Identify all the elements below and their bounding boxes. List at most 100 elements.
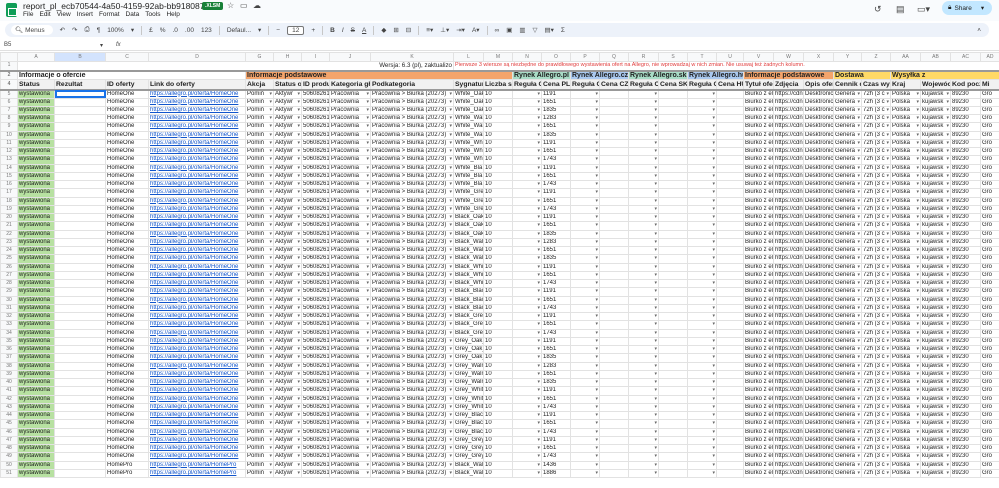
column-header-AC[interactable]: AC [950,52,981,62]
status-oferty-select[interactable]: Aktywr [273,402,302,413]
cena-hu-cell[interactable] [716,377,744,388]
akcja-select[interactable]: Pomiń [245,188,274,198]
regula-sk-select[interactable] [628,89,659,99]
kod-pocztowy-cell[interactable]: 89230 [950,97,981,107]
kod-pocztowy-cell[interactable]: 89230 [950,105,981,116]
cena-hu-cell[interactable] [716,204,744,215]
link-icon[interactable]: ∞ [495,27,500,34]
regula-pl-select[interactable] [512,221,542,231]
status-cell[interactable]: wystawiona [17,229,55,239]
row-number[interactable]: 27 [0,270,18,281]
cena-hu-cell[interactable] [716,435,744,446]
cena-cz-cell[interactable] [599,237,629,248]
cena-sk-cell[interactable] [658,138,688,149]
akcja-select[interactable]: Pomiń [245,287,274,297]
miasto-cell[interactable]: Gro [980,270,999,281]
podkategoria-select[interactable]: Pracownia > Biurka (20273) [370,97,454,107]
kod-pocztowy-cell[interactable]: 89230 [950,245,981,256]
kategoria-select[interactable]: Pracownia [329,221,371,231]
kategoria-select[interactable]: Pracownia [329,410,371,421]
liczba-cell[interactable]: 10 [483,328,513,338]
sygnatura-cell[interactable]: Grey_Waln [453,369,484,380]
kategoria-select[interactable]: Pracownia [329,171,371,182]
miasto-cell[interactable]: Gro [980,369,999,380]
regula-pl-select[interactable] [512,386,542,396]
regula-hu-select[interactable] [687,328,717,338]
column-title[interactable]: Cena HU [716,79,744,91]
regula-hu-select[interactable] [687,113,717,124]
opis-cell[interactable]: Desktronic [803,262,834,272]
regula-sk-select[interactable] [628,435,659,446]
kod-pocztowy-cell[interactable]: 89230 [950,369,981,380]
miasto-cell[interactable]: Gro [980,237,999,248]
offer-link[interactable]: https://allegro.pl/oferta/HomeOne [148,311,246,322]
rezultat-cell[interactable] [54,155,106,165]
kod-pocztowy-cell[interactable]: 89230 [950,188,981,198]
text-color-icon[interactable]: A [362,27,366,34]
wojewodztwo-select[interactable]: kujawsk [920,377,951,388]
sygnatura-cell[interactable]: Grey_Grey_ [453,443,484,454]
offer-id-cell[interactable]: HomeOne [105,394,149,404]
liczba-cell[interactable]: 10 [483,188,513,198]
column-title[interactable]: Cennik d [833,79,862,91]
offer-id-cell[interactable]: HomeOne [105,221,149,231]
akcja-select[interactable]: Pomiń [245,468,274,479]
offer-id-cell[interactable]: HomeOne [105,196,149,206]
group-header[interactable]: Rynek Allegro.hu ( [687,69,744,80]
akcja-select[interactable]: Pomiń [245,212,274,223]
regula-cz-select[interactable] [570,122,600,132]
podkategoria-select[interactable]: Pracownia > Biurka (20273) [370,410,454,421]
chevron-down-icon[interactable]: ▾ [258,26,261,34]
kod-pocztowy-cell[interactable]: 89230 [950,435,981,446]
kod-pocztowy-cell[interactable]: 89230 [950,287,981,297]
regula-pl-select[interactable] [512,229,542,239]
kraj-select[interactable]: Polska [890,262,921,272]
miasto-cell[interactable]: Gro [980,278,999,289]
offer-link[interactable]: https://allegro.pl/oferta/HomeOne [148,163,246,173]
status-cell[interactable]: wystawiona [17,377,55,388]
liczba-cell[interactable]: 10 [483,369,513,380]
zdjecia-cell[interactable]: https://cdn [773,353,804,363]
kraj-select[interactable]: Polska [890,146,921,157]
kategoria-select[interactable]: Pracownia [329,89,371,99]
regula-pl-select[interactable] [512,130,542,140]
regula-sk-select[interactable] [628,361,659,371]
column-header-H[interactable]: H [273,52,302,62]
kod-pocztowy-cell[interactable]: 89230 [950,221,981,231]
czas-wysylki-select[interactable]: 72h (3 c [861,221,891,231]
liczba-cell[interactable]: 10 [483,163,513,173]
regula-pl-select[interactable] [512,320,542,330]
cena-pl-cell[interactable]: 1651 [541,295,571,305]
column-title[interactable]: Zdjęcia [773,79,804,91]
font-size-decrease-button[interactable]: − [276,27,280,34]
row-number[interactable]: 31 [0,303,18,314]
regula-hu-select[interactable] [687,402,717,413]
status-oferty-select[interactable]: Aktywr [273,427,302,437]
czas-wysylki-select[interactable]: 72h (3 c [861,303,891,314]
kod-pocztowy-cell[interactable]: 89230 [950,155,981,165]
rezultat-cell[interactable] [54,196,106,206]
wojewodztwo-select[interactable]: kujawsk [920,336,951,347]
rezultat-cell[interactable] [54,105,106,116]
cena-cz-cell[interactable] [599,196,629,206]
offer-link[interactable]: https://allegro.pl/oferta/HomeOne [148,146,246,157]
cennik-select[interactable]: Genera [833,311,862,322]
cena-pl-cell[interactable]: 1743 [541,452,571,462]
product-id-cell[interactable]: 50608261 [301,229,330,239]
miasto-cell[interactable]: Gro [980,262,999,272]
product-id-cell[interactable]: 50608261 [301,394,330,404]
regula-pl-select[interactable] [512,188,542,198]
status-oferty-select[interactable]: Aktywr [273,89,302,99]
czas-wysylki-select[interactable]: 72h (3 c [861,419,891,429]
liczba-cell[interactable]: 10 [483,353,513,363]
wojewodztwo-select[interactable]: kujawsk [920,410,951,421]
cennik-select[interactable]: Genera [833,295,862,305]
cennik-select[interactable]: Genera [833,328,862,338]
cena-hu-cell[interactable] [716,303,744,314]
sygnatura-cell[interactable]: Grey_Black [453,427,484,437]
regula-pl-select[interactable] [512,460,542,470]
group-header[interactable]: Informacje podstawowe [743,69,834,80]
wojewodztwo-select[interactable]: kujawsk [920,204,951,215]
liczba-cell[interactable]: 10 [483,113,513,124]
akcja-select[interactable]: Pomiń [245,237,274,248]
